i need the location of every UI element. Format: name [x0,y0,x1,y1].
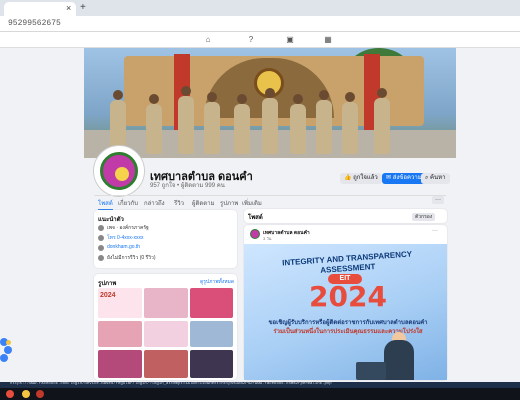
cover-person [342,92,358,154]
flower-petal [0,354,8,362]
phone-icon [98,235,104,241]
intro-row: ยังไม่มีการรีวิว (0 รีวิว) [98,254,218,262]
address-bar[interactable]: 95299562675 [0,16,520,32]
cover-person [178,86,194,154]
status-url: https://www.facebook.com/login/device-ba… [10,382,332,386]
intro-website[interactable]: donkham.go.th [107,244,140,250]
cover-person [146,94,162,154]
laptop-icon [356,362,386,380]
cover-person [262,88,278,154]
tab-mentions[interactable]: กล่าวถึง [144,198,165,208]
message-button-label: ส่งข้อความ [392,175,422,181]
flower-petal [4,346,12,354]
cover-person-head [113,90,123,100]
search-button[interactable]: ⌕ ค้นหา [421,173,450,184]
taskbar [0,388,520,400]
star-icon [98,255,104,261]
intro-category: เพจ · องค์กรภาครัฐ [107,225,149,231]
cover-person-head [377,88,387,98]
page-logo-center [115,167,129,181]
illustration-person [384,340,414,380]
cover-person-head [207,92,217,102]
intro-row[interactable]: โทร 0-4xxx-xxxx [98,234,218,242]
cover-person [204,92,220,154]
marketplace-icon[interactable]: ▦ [323,35,333,45]
post-author-avatar[interactable] [250,229,260,239]
tab-followers[interactable]: ผู้ติดตาม [192,198,215,208]
home-icon[interactable]: ⌂ [203,35,213,45]
browser-tab[interactable]: × [4,2,76,16]
eit-assessment-line: ร่วมเป็นส่วนหนึ่งในการประเมินคุณธรรมและค… [273,329,423,335]
cover-person-head [181,86,191,96]
cover-person-head [293,94,303,104]
facebook-top-nav: ⌂ ? ▣ ▦ [0,32,520,48]
cover-person [374,88,390,154]
cover-person-head [237,94,247,104]
photo-thumb[interactable]: 2024 [98,288,142,318]
search-button-label: ค้นหา [430,175,446,181]
photo-thumb-year: 2024 [100,292,116,299]
intro-title: แนะนำตัว [98,217,124,223]
feed-title: โพสต์ [248,215,263,221]
info-icon [98,225,104,231]
intro-row[interactable]: donkham.go.th [98,244,218,252]
cover-person [316,90,332,154]
thumbs-up-icon: 👍 [344,175,352,181]
intro-reviews: ยังไม่มีการรีวิว (0 รีวิว) [107,255,156,261]
message-button[interactable]: ✉ ส่งข้อความ [382,173,426,184]
photo-thumb[interactable] [144,321,188,347]
photo-thumb[interactable] [190,350,233,378]
photo-thumb[interactable] [98,321,142,347]
photos-title: รูปภาพ [98,281,117,287]
new-tab-button[interactable]: + [80,2,86,13]
post-more-button[interactable]: ··· [432,228,438,234]
browser-tab-strip: × + [0,0,520,16]
photos-card: รูปภาพ ดูรูปภาพทั้งหมด 2024 [94,274,237,380]
tab-photos[interactable]: รูปภาพ [220,198,238,208]
cover-person-head [319,90,329,100]
page-avatar[interactable] [94,146,144,196]
url-text[interactable]: 95299562675 [8,19,61,28]
liked-button-label: ถูกใจแล้ว [353,175,378,181]
taskbar-app-icon[interactable] [6,390,14,398]
eit-year: 2024 [309,280,387,313]
flower-center [6,340,11,345]
filter-button[interactable]: ตัวกรอง [412,213,436,221]
cover-photo[interactable] [84,48,456,158]
photo-thumb[interactable] [144,288,188,318]
intro-row: เพจ · องค์กรภาครัฐ [98,224,218,232]
page-tabs: โพสต์ เกี่ยวกับ กล่าวถึง รีวิว ผู้ติดตาม… [94,195,446,211]
intro-phone[interactable]: โทร 0-4xxx-xxxx [107,234,143,242]
screen-icon[interactable]: ▣ [285,35,295,45]
cover-person [234,94,250,154]
more-options-button[interactable]: ··· [432,196,444,204]
tab-about[interactable]: เกี่ยวกับ [118,198,138,208]
cover-person-head [345,92,355,102]
page-stats: 957 ถูกใจ • ผู้ติดตาม 999 คน [150,183,225,189]
photo-thumb[interactable] [190,288,233,318]
cover-person-head [265,88,275,98]
photo-thumb[interactable] [144,350,188,378]
tab-reviews[interactable]: รีวิว [174,198,184,208]
search-icon: ⌕ [425,175,429,181]
close-tab-icon[interactable]: × [66,3,71,13]
flower-decoration [0,336,16,386]
page-logo [100,152,138,190]
cover-person-head [149,94,159,104]
help-icon[interactable]: ? [246,35,256,45]
photo-thumb[interactable] [190,321,233,347]
photo-thumb[interactable] [98,350,142,378]
globe-icon [98,245,104,251]
liked-button[interactable]: 👍 ถูกใจแล้ว [340,173,382,184]
intro-card: แนะนำตัว เพจ · องค์กรภาครัฐ โทร 0-4xxx-x… [94,210,237,268]
taskbar-app-icon[interactable] [36,390,44,398]
tab-more[interactable]: เพิ่มเติม [242,198,262,208]
messenger-icon: ✉ [386,175,392,181]
cover-person [290,94,306,154]
post-image[interactable]: INTEGRITY AND TRANSPARENCY ASSESSMENT EI… [244,244,447,380]
see-all-photos-link[interactable]: ดูรูปภาพทั้งหมด [200,278,234,286]
taskbar-app-icon[interactable] [22,390,30,398]
post-timestamp[interactable]: 3 วัน [263,235,271,242]
